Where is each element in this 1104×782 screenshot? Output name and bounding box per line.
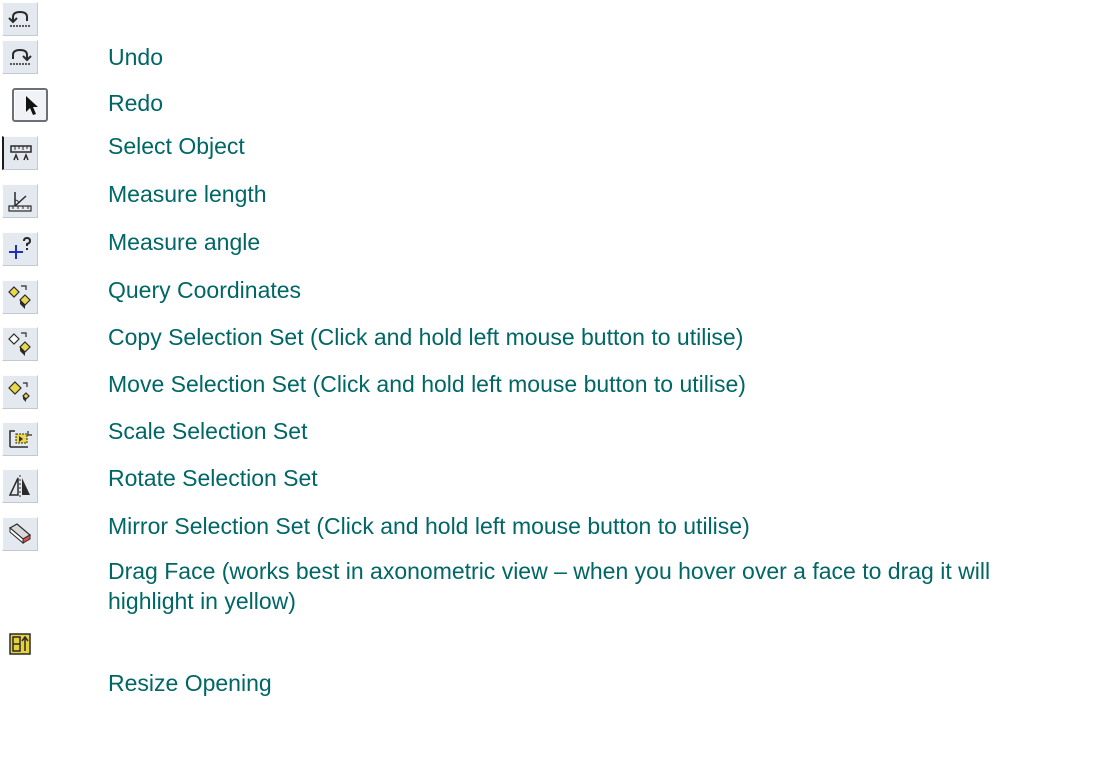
rotate-selection-icon[interactable] — [2, 422, 38, 456]
resize-opening-label: Resize Opening — [108, 670, 272, 696]
mirror-selection-icon[interactable] — [2, 469, 38, 503]
measure-length-label: Measure length — [108, 181, 267, 207]
query-coordinates-label: Query Coordinates — [108, 277, 302, 303]
scale-selection-set-label: Scale Selection Set — [108, 418, 308, 444]
scale-selection-icon[interactable] — [2, 375, 38, 409]
undo-icon[interactable] — [2, 2, 38, 36]
move-selection-set-label: Move Selection Set (Click and hold left … — [108, 371, 746, 397]
copy-selection-set-label: Copy Selection Set (Click and hold left … — [108, 324, 744, 350]
select-object-label: Select Object — [108, 133, 245, 159]
move-selection-icon[interactable] — [2, 327, 38, 361]
angle-ruler-icon[interactable] — [2, 184, 38, 218]
ruler-icon[interactable] — [2, 136, 38, 170]
drag-face-label: Drag Face (works best in axonometric vie… — [108, 558, 991, 614]
drag-face-icon[interactable] — [2, 517, 38, 551]
measure-angle-label: Measure angle — [108, 229, 261, 255]
undo-label: Undo — [108, 44, 163, 70]
select-arrow-icon[interactable] — [12, 88, 48, 122]
redo-label: Redo — [108, 90, 163, 116]
mirror-selection-set-label: Mirror Selection Set (Click and hold lef… — [108, 513, 750, 539]
redo-icon[interactable] — [2, 40, 38, 74]
copy-selection-icon[interactable] — [2, 280, 38, 314]
crosshair-query-icon[interactable] — [2, 232, 38, 266]
rotate-selection-set-label: Rotate Selection Set — [108, 465, 318, 491]
resize-opening-icon[interactable] — [2, 627, 38, 661]
